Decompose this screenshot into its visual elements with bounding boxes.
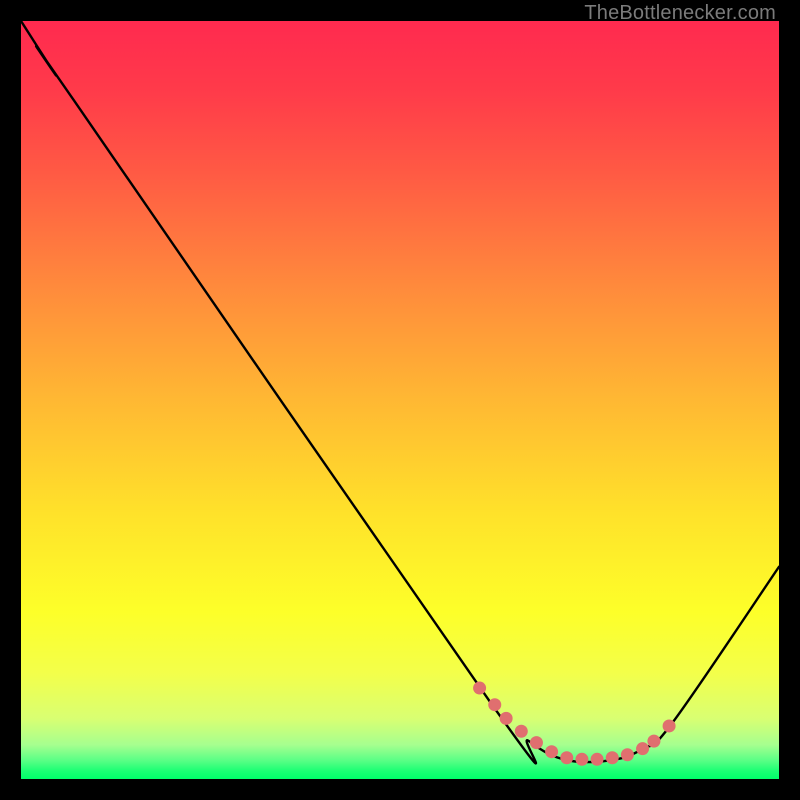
highlight-dot	[500, 712, 513, 725]
highlight-dot	[606, 751, 619, 764]
highlight-dot	[575, 753, 588, 766]
highlight-dot	[647, 735, 660, 748]
highlight-dot	[473, 682, 486, 695]
highlight-dot	[530, 736, 543, 749]
highlight-dot	[591, 753, 604, 766]
attribution-text: TheBottlenecker.com	[584, 2, 776, 25]
highlight-dot	[636, 742, 649, 755]
highlight-dot	[515, 725, 528, 738]
highlight-dot	[488, 698, 501, 711]
highlight-dot	[545, 745, 558, 758]
highlight-dot	[663, 719, 676, 732]
highlight-dot	[621, 748, 634, 761]
gradient-background	[21, 21, 779, 779]
highlight-dot	[560, 751, 573, 764]
chart-svg	[21, 21, 779, 779]
